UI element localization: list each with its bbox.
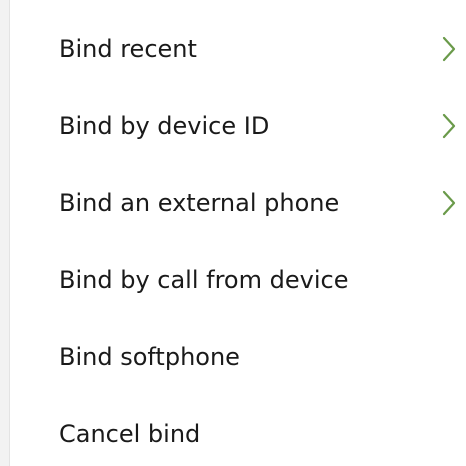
chevron-right-icon [442, 112, 456, 140]
menu-item-bind-external-phone[interactable]: Bind an external phone [10, 164, 466, 241]
chevron-right-icon [442, 35, 456, 63]
menu-item-bind-recent[interactable]: Bind recent [10, 10, 466, 87]
context-menu-screen: Bind recent Bind by device ID Bind an ex… [0, 0, 466, 466]
menu-item-label: Bind by device ID [59, 111, 270, 140]
menu-item-cancel-bind[interactable]: Cancel bind [10, 395, 466, 466]
menu-item-label: Bind recent [59, 34, 197, 63]
menu-item-bind-by-device-id[interactable]: Bind by device ID [10, 87, 466, 164]
menu-item-label: Bind by call from device [59, 265, 349, 294]
menu-item-label: Bind an external phone [59, 188, 340, 217]
menu-item-bind-by-call-from-device[interactable]: Bind by call from device [10, 241, 466, 318]
menu-item-label: Cancel bind [59, 419, 201, 448]
bind-context-menu: Bind recent Bind by device ID Bind an ex… [10, 10, 466, 466]
chevron-right-icon [442, 189, 456, 217]
parent-window-edge [0, 0, 10, 466]
menu-item-label: Bind softphone [59, 342, 240, 371]
menu-item-bind-softphone[interactable]: Bind softphone [10, 318, 466, 395]
